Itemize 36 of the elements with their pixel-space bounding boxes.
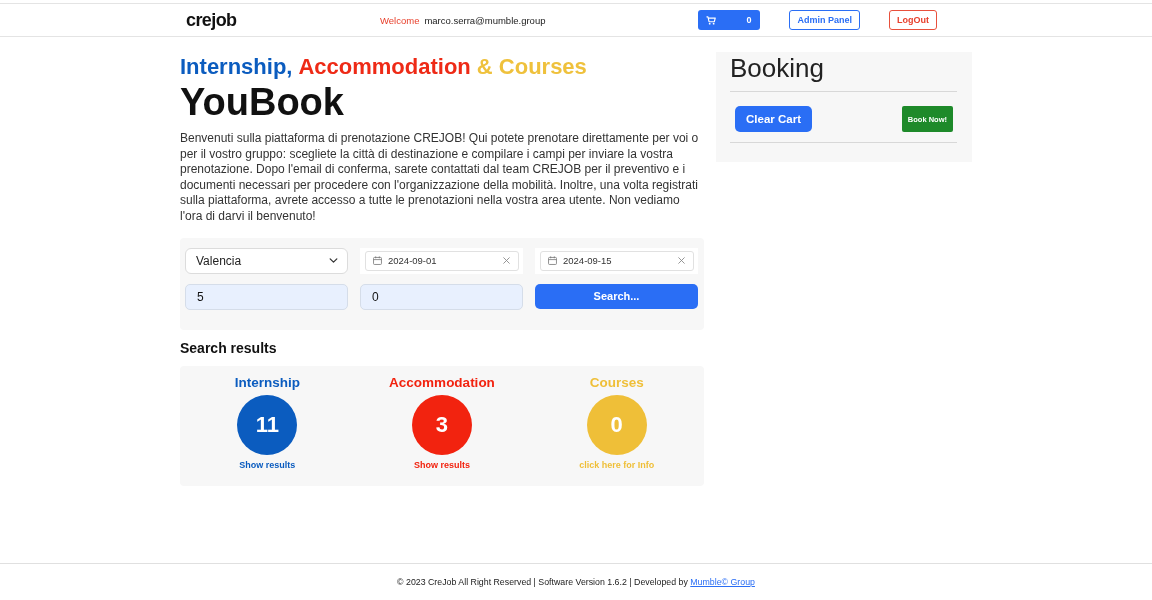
footer-link[interactable]: Mumble© Group: [690, 577, 755, 587]
city-select[interactable]: Valencia: [185, 247, 348, 274]
footer-text: © 2023 CreJob All Right Reserved | Software Version 1.6.2 | Developed by Mumble© Group: [397, 577, 755, 587]
input-field[interactable]: 5: [185, 283, 348, 310]
clear-icon[interactable]: [678, 257, 685, 265]
result-label: Internship: [234, 373, 300, 392]
user-email: marco.serra@mumble.group: [424, 14, 546, 26]
welcome-label: Welcome: [380, 14, 420, 26]
tagline-word: Internship,: [180, 54, 293, 80]
logo[interactable]: crejob: [186, 9, 243, 31]
clear-cart-button[interactable]: Clear Cart: [735, 106, 812, 132]
tagline-word: Accommodation: [298, 54, 471, 80]
calendar-icon: [548, 256, 557, 266]
clear-icon[interactable]: [503, 257, 510, 265]
input-field[interactable]: 0: [360, 283, 523, 310]
booking-title: Booking: [730, 52, 825, 84]
result-label: Courses: [589, 373, 644, 392]
date-field[interactable]: 2024-09-01: [365, 250, 519, 271]
calendar-icon: [373, 256, 382, 266]
admin-panel-button[interactable]: Admin Panel: [789, 10, 860, 30]
result-count: 0: [586, 394, 647, 455]
results-heading: Search results: [180, 339, 278, 356]
result-count: 3: [412, 394, 472, 455]
result-label: Accommodation: [389, 373, 495, 392]
logout-button[interactable]: LogOut: [889, 10, 937, 30]
result-link[interactable]: Show results: [239, 458, 296, 471]
cart-icon: [706, 15, 717, 25]
result-link[interactable]: Show results: [414, 458, 470, 471]
tagline-word: & Courses: [476, 54, 587, 80]
intro-paragraph: Benvenuti sulla piattaforma di prenotazione CREJOB! Qui potete prenotare direttamente per voi o per il vostro gruppo: scegliete la città di destinazione e compilare i campi per inviare la vostra prenotazione. Dopo l'email di conferma, sarete contattati dal team CREJOB per il preventivo e i documenti necessari per procedere con l'organizzazione della mobilità. Inoltre, una volta registrati sulla piattaforma, avrete accesso a tutte le prenotazioni nella vostra area utente. Non vediamo l'ora di darvi il benvenuto!: [180, 131, 700, 225]
date-field[interactable]: 2024-09-15: [540, 250, 694, 271]
chevron-down-icon: [329, 258, 338, 264]
result-count: 11: [237, 394, 298, 455]
search-button[interactable]: Search...: [535, 283, 698, 309]
cart-button[interactable]: 0: [698, 10, 761, 30]
page-title: YouBook: [180, 80, 345, 124]
